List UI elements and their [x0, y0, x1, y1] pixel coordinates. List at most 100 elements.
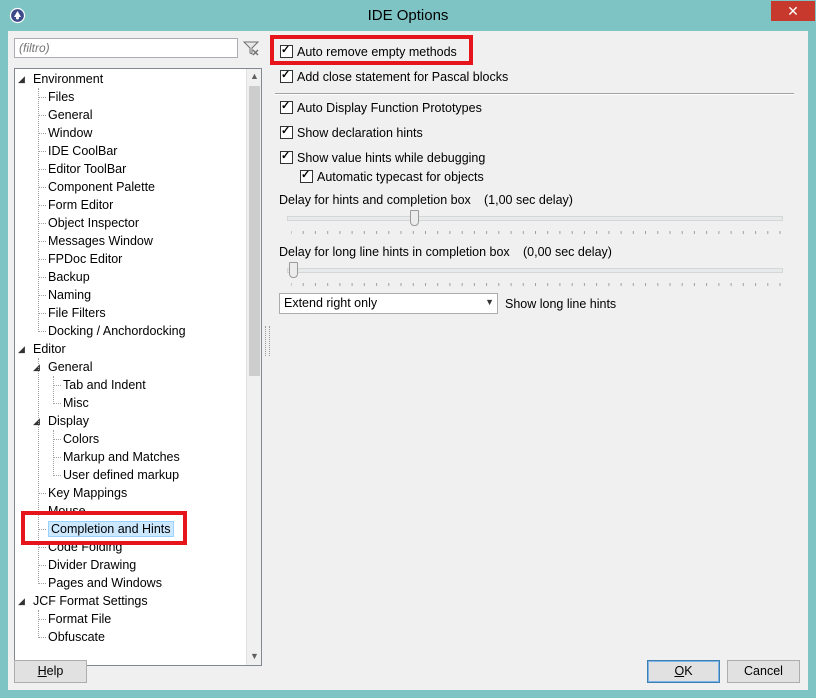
tree-item-label: Naming — [48, 288, 92, 302]
checkbox-icon[interactable]: ✓ — [280, 69, 293, 83]
tree-item[interactable]: User defined markup — [63, 466, 179, 484]
tree-item[interactable]: Markup and Matches — [63, 448, 180, 466]
checkbox-icon[interactable]: ✓ — [300, 169, 313, 183]
tree-item-label: JCF Format Settings — [33, 594, 148, 608]
checkbox-icon[interactable]: ✓ — [280, 150, 293, 164]
tree-item-label: Tab and Indent — [63, 378, 146, 392]
tree-item-label: File Filters — [48, 306, 106, 320]
tree-item[interactable]: Window — [48, 124, 92, 142]
pane-splitter[interactable] — [265, 326, 270, 356]
cancel-button[interactable]: Cancel — [727, 660, 800, 683]
tree-scrollbar[interactable]: ▲ ▼ — [246, 69, 261, 665]
tree-connector — [38, 493, 46, 494]
checkmark-icon: ✓ — [301, 169, 311, 181]
tree-item[interactable]: Misc — [63, 394, 89, 412]
filter-input[interactable] — [15, 39, 237, 57]
tree-guide-line — [38, 610, 39, 638]
tree-item[interactable]: Mouse — [48, 502, 86, 520]
tree-item[interactable]: Editor ToolBar — [48, 160, 126, 178]
tree-item[interactable]: IDE CoolBar — [48, 142, 117, 160]
tree-item[interactable]: JCF Format Settings — [33, 592, 148, 610]
delay-hints-slider-thumb[interactable] — [410, 210, 419, 226]
title-bar[interactable]: IDE Options ✕ — [0, 0, 816, 31]
checkbox-icon[interactable]: ✓ — [280, 100, 293, 114]
tree-item[interactable]: Pages and Windows — [48, 574, 162, 592]
delay-long-track[interactable] — [287, 268, 783, 273]
tree-connector — [38, 169, 46, 170]
tree-item[interactable]: Key Mappings — [48, 484, 127, 502]
tree-item[interactable]: General — [48, 106, 92, 124]
tree-item[interactable]: File Filters — [48, 304, 106, 322]
show-declaration-hints-checkbox[interactable]: ✓ Show declaration hints — [280, 124, 423, 142]
window-title: IDE Options — [367, 7, 449, 24]
tree-guide-line — [38, 88, 39, 332]
chevron-down-icon[interactable]: ▼ — [485, 297, 494, 307]
auto-remove-empty-methods-checkbox[interactable]: ✓ Auto remove empty methods — [280, 43, 457, 61]
tree-item[interactable]: Tab and Indent — [63, 376, 146, 394]
tree-item[interactable]: Colors — [63, 430, 99, 448]
help-button[interactable]: Help — [14, 660, 87, 683]
ide-options-window: IDE Options ✕ ▲ ▼ ◢ Environment Files Gener… — [0, 0, 816, 698]
tree-item[interactable]: Object Inspector — [48, 214, 139, 232]
tree-connector — [38, 331, 46, 332]
scroll-thumb[interactable] — [249, 86, 260, 376]
tree-item[interactable]: Format File — [48, 610, 111, 628]
checkbox-icon[interactable]: ✓ — [280, 125, 293, 139]
tree-item-label: IDE CoolBar — [48, 144, 118, 158]
tree-item-label: Object Inspector — [48, 216, 140, 230]
tree-item[interactable]: Environment — [33, 70, 103, 88]
tree-connector — [38, 295, 46, 296]
tree-item[interactable]: Completion and Hints — [48, 520, 174, 538]
tree-connector — [38, 187, 46, 188]
add-close-statement-checkbox[interactable]: ✓ Add close statement for Pascal blocks — [280, 68, 508, 86]
tree-item[interactable]: Code Folding — [48, 538, 122, 556]
tree-item-label: Environment — [33, 72, 104, 86]
delay-hints-ticks — [291, 231, 781, 234]
tree-connector — [38, 151, 46, 152]
tree-item[interactable]: Docking / Anchordocking — [48, 322, 186, 340]
checkbox-icon[interactable]: ✓ — [280, 44, 293, 58]
checkmark-icon: ✓ — [281, 44, 291, 56]
tree-connector — [38, 277, 46, 278]
tree-item[interactable]: General — [48, 358, 92, 376]
tree-connector — [53, 439, 61, 440]
dialog-client: ▲ ▼ ◢ Environment Files General Window IDE Co… — [8, 31, 808, 690]
auto-display-prototypes-checkbox[interactable]: ✓ Auto Display Function Prototypes — [280, 99, 482, 117]
close-window-button[interactable]: ✕ — [771, 1, 815, 21]
filter-box[interactable] — [14, 38, 238, 58]
long-line-hints-value: Extend right only — [284, 296, 378, 310]
scroll-down-icon[interactable]: ▼ — [247, 649, 261, 664]
filter-clear-icon[interactable] — [241, 38, 261, 58]
tree-item[interactable]: Form Editor — [48, 196, 113, 214]
scroll-up-icon[interactable]: ▲ — [247, 69, 261, 84]
delay-hints-track[interactable] — [287, 216, 783, 221]
tree-item-label: Component Palette — [48, 180, 156, 194]
options-tree[interactable]: ▲ ▼ ◢ Environment Files General Window IDE Co… — [14, 68, 262, 666]
delay-long-slider-thumb[interactable] — [289, 262, 298, 278]
tree-item[interactable]: Backup — [48, 268, 90, 286]
tree-item-label: Misc — [63, 396, 89, 410]
tree-item[interactable]: Editor — [33, 340, 66, 358]
tree-item-label: Mouse — [48, 504, 86, 518]
long-line-hints-select[interactable]: Extend right only ▼ — [279, 293, 498, 314]
tree-item[interactable]: FPDoc Editor — [48, 250, 122, 268]
tree-item-label: Editor ToolBar — [48, 162, 127, 176]
show-value-hints-checkbox[interactable]: ✓ Show value hints while debugging — [280, 149, 485, 167]
tree-item-label: Code Folding — [48, 540, 123, 554]
tree-item[interactable]: Component Palette — [48, 178, 155, 196]
ok-button[interactable]: OK — [647, 660, 720, 683]
tree-item[interactable]: Messages Window — [48, 232, 153, 250]
tree-item-label: Markup and Matches — [63, 450, 180, 464]
tree-item[interactable]: Files — [48, 88, 74, 106]
expanded-triangle-icon[interactable]: ◢ — [18, 74, 28, 84]
tree-connector — [38, 637, 46, 638]
checkmark-icon: ✓ — [281, 100, 291, 112]
tree-item-label: User defined markup — [63, 468, 180, 482]
tree-item[interactable]: Divider Drawing — [48, 556, 136, 574]
tree-item[interactable]: Naming — [48, 286, 91, 304]
expanded-triangle-icon[interactable]: ◢ — [18, 344, 28, 354]
expanded-triangle-icon[interactable]: ◢ — [18, 596, 28, 606]
tree-item[interactable]: Display — [48, 412, 89, 430]
automatic-typecast-checkbox[interactable]: ✓ Automatic typecast for objects — [300, 168, 484, 186]
tree-item[interactable]: Obfuscate — [48, 628, 105, 646]
